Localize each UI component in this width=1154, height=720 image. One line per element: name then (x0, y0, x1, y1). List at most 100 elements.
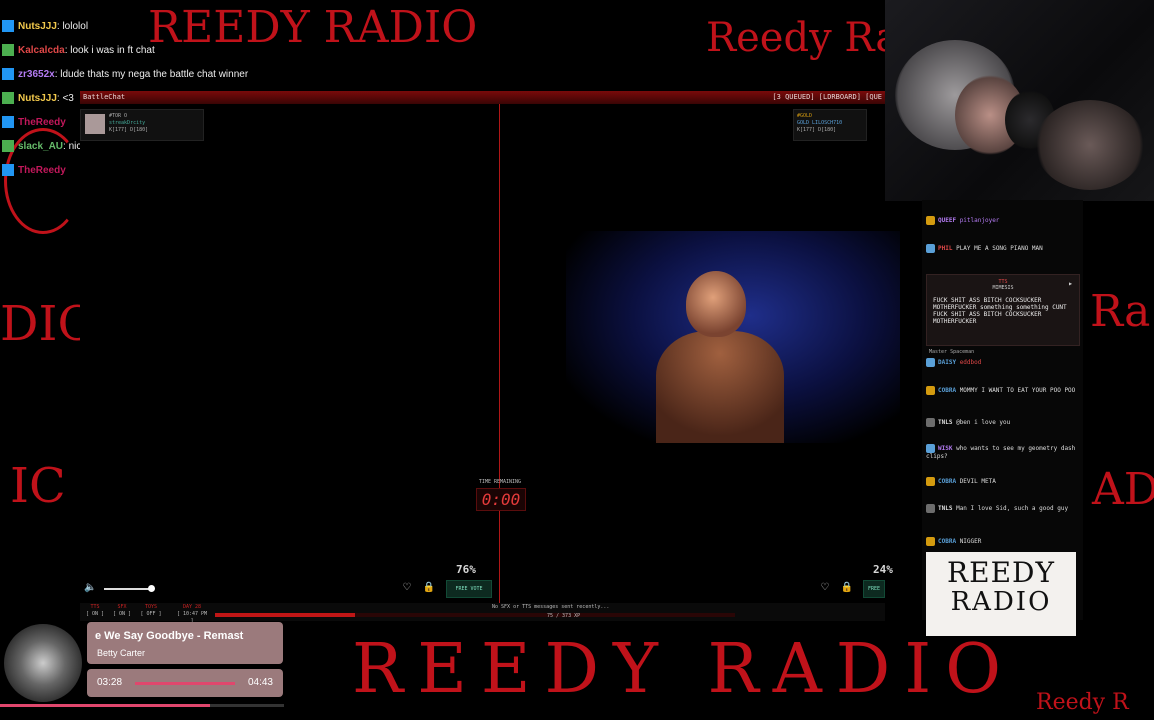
xp-fill (215, 613, 356, 617)
person-torso (656, 331, 784, 443)
overlay-chat-user: TheReedy (18, 164, 66, 176)
chat-text: NIGGER (959, 538, 982, 545)
logo-line1: REEDY (947, 556, 1055, 589)
badge-icon (2, 20, 14, 32)
right-player-line2: GOLD LILOSCH710 (797, 120, 843, 126)
battle-title-bar[interactable]: BattleChat [3 QUEUED] [LDRBOARD] [QUE (80, 91, 885, 104)
chat-user: TNLS (938, 505, 953, 512)
badge-icon (926, 477, 935, 486)
chat-user: COBRA (938, 538, 957, 545)
overlay-chat-row: Kalcalcda: look i was in ft chat (2, 38, 322, 62)
bg-fragment: Ra (1090, 286, 1151, 337)
toggle-name: TTS (90, 604, 100, 610)
badge-icon (2, 68, 14, 80)
chat-message: TNLS Man I love Sid, such a good guy (926, 504, 1080, 513)
duration: 04:43 (247, 677, 273, 688)
track-progress-bar (0, 704, 284, 707)
badge-icon (2, 116, 14, 128)
volume-control[interactable]: 🔈 (84, 582, 164, 594)
bg-fragment: AD (1092, 464, 1154, 515)
badge-icon (2, 140, 14, 152)
badge-icon (926, 504, 935, 513)
right-vote-percent: 24% (873, 563, 893, 576)
track-artist: Betty Carter (97, 648, 146, 658)
cam-blanket (1035, 100, 1145, 190)
chat-user: TNLS (938, 419, 953, 426)
toggle-toys[interactable]: TOYS[ OFF ] (140, 604, 162, 618)
overlay-chat-text: : <3 (56, 92, 74, 104)
battle-menu[interactable]: [3 QUEUED] [LDRBOARD] [QUE (772, 93, 882, 101)
current-time: 03:28 (97, 677, 123, 688)
chat-user: DAISY (938, 359, 957, 366)
timer-value: 0:00 (476, 488, 526, 511)
overlay-chat-user: NutsJJJ (18, 92, 57, 104)
volume-knob[interactable] (148, 585, 155, 592)
left-vote-percent: 76% (456, 563, 476, 576)
right-player-line3: K[177] D[180] (797, 127, 837, 133)
left-player-line3: K[177] D[180] (109, 127, 149, 133)
toggle-tts[interactable]: TTS[ ON ] (84, 604, 106, 618)
reedy-radio-logo: REEDY RADIO (926, 552, 1076, 636)
tts-user: MIMESIS (992, 285, 1014, 291)
chat-user: COBRA (938, 387, 957, 394)
left-player-line1: #TOR O (109, 113, 128, 119)
overlay-chat-row: NutsJJJ: lololol (2, 14, 322, 38)
overlay-chat-text: : ldude thats my nega the battle chat wi… (54, 68, 249, 80)
chat-text: MOMMY I WANT TO EAT YOUR POO POO (959, 387, 1076, 394)
badge-icon (926, 418, 935, 427)
timer-label: TIME REMAINING (478, 479, 522, 485)
toggle-state: [ ON ] (85, 611, 105, 617)
chat-text: DEVIL META (959, 478, 996, 485)
track-progress-fill (0, 704, 211, 707)
battle-window: BattleChat [3 QUEUED] [LDRBOARD] [QUE #T… (80, 91, 900, 624)
now-playing-widget: e We Say Goodbye - Remast Betty Carter 0… (0, 620, 290, 720)
overlay-chat-user: Kalcalcda (18, 44, 65, 56)
chat-badge: QUEEF (938, 217, 957, 224)
toggle-name: TOYS (144, 604, 158, 610)
chevron-right-icon[interactable]: ▸ (1068, 279, 1073, 288)
overlay-chat-text: : lololol (56, 20, 89, 32)
toggle-state: [ OFF ] (140, 611, 162, 617)
volume-track[interactable] (104, 588, 152, 590)
heart-icon[interactable]: ♡ (400, 581, 414, 595)
xp-text: 75 / 373 XP (547, 613, 581, 619)
badge-icon (926, 386, 935, 395)
time-remaining: TIME REMAINING 0:00 (470, 479, 530, 511)
toggle-name: DAY 28 (182, 604, 202, 610)
left-free-vote-button[interactable]: FREE VOTE (446, 580, 492, 598)
heart-icon[interactable]: ♡ (818, 581, 832, 595)
overlay-chat-text: : look i was in ft chat (64, 44, 155, 56)
xp-bar (215, 613, 735, 617)
overlay-chat-user: slack_AU (18, 140, 64, 152)
overlay-chat-user: zr3652x (18, 68, 55, 80)
lock-icon[interactable]: 🔒 (422, 581, 436, 595)
lock-icon[interactable]: 🔒 (840, 581, 854, 595)
chat-user: COBRA (938, 478, 957, 485)
speaker-icon[interactable]: 🔈 (84, 582, 96, 593)
badge-icon (2, 44, 14, 56)
battle-title: BattleChat (83, 93, 126, 101)
badge-icon (2, 164, 14, 176)
toggle-state: [ ON ] (112, 611, 132, 617)
chat-user: WISK (938, 445, 953, 452)
bg-brand-bottom-right: Reedy R (1036, 690, 1129, 715)
chat-message: COBRA DEVIL META (926, 477, 1080, 486)
overlay-chat-user: TheReedy (18, 116, 66, 128)
toggle-sfx[interactable]: SFX[ ON ] (111, 604, 133, 618)
chat-text: @ben i love you (956, 419, 1011, 426)
tts-text: FUCK SHIT ASS BITCH COCKSUCKER MOTHERFUC… (933, 297, 1067, 325)
time-scribble (135, 682, 235, 685)
left-player-card: #TOR O streakDrcity K[177] D[180] (80, 109, 204, 141)
logo-line2: RADIO (950, 587, 1052, 617)
track-title: e We Say Goodbye - Remast (95, 630, 244, 642)
overlay-chat-user: NutsJJJ (18, 20, 57, 32)
status-message: No SFX or TTS messages sent recently... (492, 604, 610, 610)
tts-footer: Master Spaceman (929, 349, 975, 355)
badge-icon (2, 92, 14, 104)
person-head (686, 271, 746, 337)
battle-divider (499, 104, 500, 612)
bg-brand-bottom: REEDY RADIO (352, 630, 1015, 709)
badge-icon (926, 358, 935, 367)
right-free-vote-button[interactable]: FREE VOTE (863, 580, 885, 598)
tts-card: TTS MIMESIS ▸ FUCK SHIT ASS BITCH COCKSUC… (926, 274, 1080, 355)
